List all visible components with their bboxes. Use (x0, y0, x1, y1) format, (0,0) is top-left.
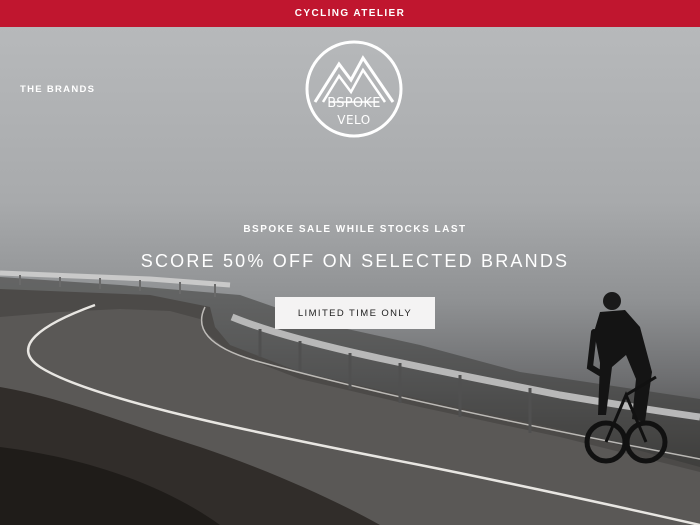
logo-text-velo: VELO (337, 113, 371, 127)
announcement-bar: CYCLING ATELIER (0, 0, 700, 27)
logo-text-bspoke: BSPOKE (327, 96, 381, 111)
hero-banner: THE BRANDS BSPOKE VELO BSPOKE SALE WHILE… (0, 27, 700, 525)
announcement-text: CYCLING ATELIER (294, 8, 406, 19)
nav-link-the-brands[interactable]: THE BRANDS (20, 84, 95, 95)
limited-time-only-button[interactable]: LIMITED TIME ONLY (275, 297, 435, 329)
hero-sub-headline: BSPOKE SALE WHILE STOCKS LAST (243, 224, 467, 235)
hero-headline: SCORE 50% OFF ON SELECTED BRANDS (140, 251, 570, 271)
bspoke-velo-logo[interactable]: BSPOKE VELO (305, 40, 403, 138)
